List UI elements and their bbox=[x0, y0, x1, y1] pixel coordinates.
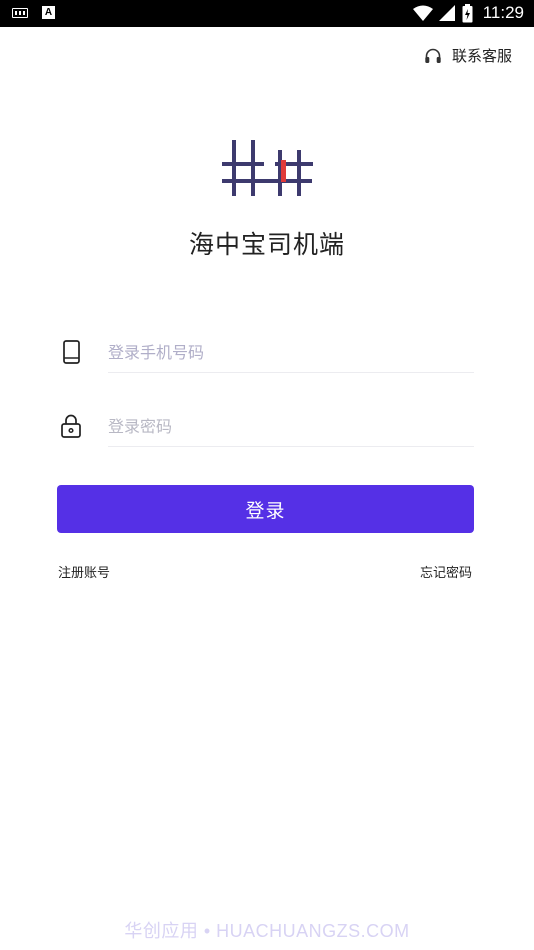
contact-service-button[interactable]: 联系客服 bbox=[424, 45, 512, 66]
status-time: 11:29 bbox=[482, 3, 524, 22]
phone-icon bbox=[63, 340, 80, 364]
password-underline bbox=[108, 446, 474, 447]
forgot-password-link[interactable]: 忘记密码 bbox=[420, 562, 472, 581]
login-button[interactable]: 登录 bbox=[57, 485, 474, 533]
lock-icon bbox=[61, 414, 81, 438]
app-logo bbox=[222, 140, 313, 196]
phone-underline bbox=[108, 372, 474, 373]
watermark: 华创应用 • HUACHUANGZS.COM bbox=[124, 921, 410, 941]
register-link[interactable]: 注册账号 bbox=[58, 562, 110, 581]
phone-input[interactable] bbox=[108, 333, 472, 371]
text-input-icon: A bbox=[42, 6, 55, 19]
battery-icon bbox=[462, 3, 473, 22]
app-name: 海中宝司机端 bbox=[188, 230, 345, 259]
contact-service-label: 联系客服 bbox=[451, 47, 512, 65]
keyboard-icon bbox=[12, 7, 28, 18]
wifi-icon bbox=[412, 5, 433, 21]
headset-icon bbox=[425, 48, 441, 63]
phone-field-row bbox=[58, 333, 474, 373]
status-bar: A 11:29 bbox=[0, 0, 534, 27]
signal-icon bbox=[438, 4, 455, 21]
password-field-row bbox=[58, 407, 474, 447]
password-input[interactable] bbox=[108, 407, 472, 445]
